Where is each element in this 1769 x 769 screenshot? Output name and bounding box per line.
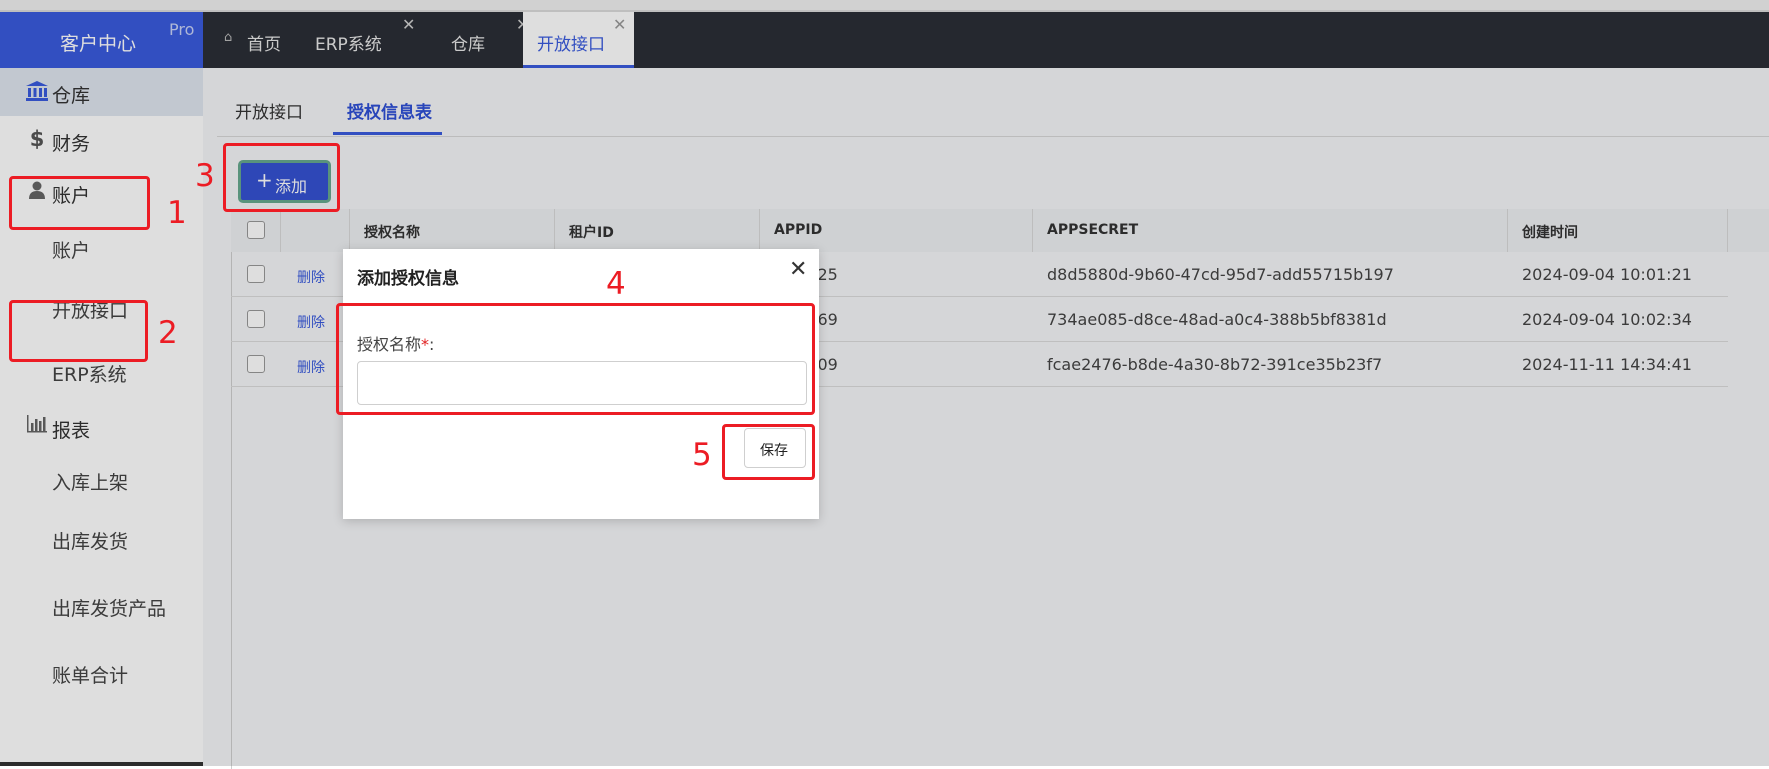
close-icon[interactable]: ✕ bbox=[789, 257, 807, 282]
annotation-box-4 bbox=[336, 303, 815, 415]
annotation-number-5: 5 bbox=[692, 437, 712, 473]
annotation-number-2: 2 bbox=[158, 315, 178, 351]
annotation-number-4: 4 bbox=[606, 266, 626, 302]
annotation-box-5 bbox=[722, 424, 815, 480]
annotation-box-1 bbox=[9, 176, 150, 230]
annotation-box-3 bbox=[223, 143, 340, 212]
annotation-number-1: 1 bbox=[167, 195, 187, 231]
modal-backdrop[interactable] bbox=[0, 0, 1769, 766]
modal-title: 添加授权信息 bbox=[357, 269, 459, 289]
annotation-number-3: 3 bbox=[195, 158, 215, 194]
annotation-box-2 bbox=[9, 300, 148, 362]
